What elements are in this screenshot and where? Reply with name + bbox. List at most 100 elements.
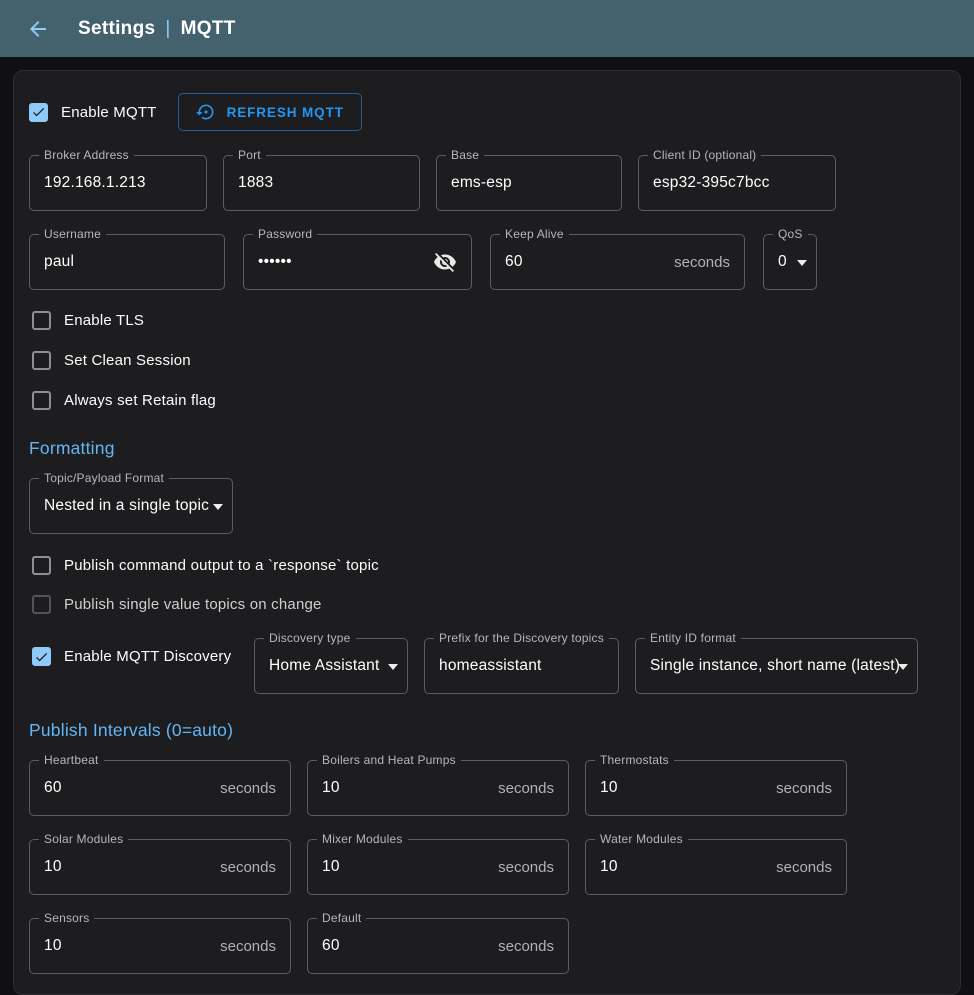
client-id-value: esp32-395c7bcc — [653, 174, 770, 192]
discovery-enable-checkbox[interactable] — [32, 647, 51, 666]
password-field[interactable]: Password •••••• — [243, 234, 472, 290]
interval-thermostats-field[interactable]: Thermostats 10 seconds — [585, 760, 847, 816]
publish-response-checkbox-row[interactable]: Publish command output to a `response` t… — [32, 553, 948, 577]
interval-default-field[interactable]: Default 60 seconds — [307, 918, 569, 974]
page-title: Settings | MQTT — [78, 18, 236, 40]
discovery-type-value: Home Assistant — [269, 657, 379, 675]
username-value: paul — [44, 253, 74, 271]
password-value: •••••• — [258, 253, 292, 271]
publish-response-checkbox[interactable] — [32, 556, 51, 575]
intervals-heading: Publish Intervals (0=auto) — [29, 720, 948, 741]
interval-value: 10 — [44, 937, 62, 955]
discovery-prefix-field[interactable]: Prefix for the Discovery topics homeassi… — [424, 638, 619, 694]
clean-session-checkbox[interactable] — [32, 351, 51, 370]
app-bar: Settings | MQTT — [0, 0, 974, 57]
enable-mqtt-row: Enable MQTT REFRESH MQTT — [29, 93, 948, 131]
refresh-restore-icon — [196, 102, 216, 122]
interval-value: 60 — [322, 937, 340, 955]
client-id-field[interactable]: Client ID (optional) esp32-395c7bcc — [638, 155, 836, 211]
dropdown-caret-icon — [388, 664, 398, 670]
interval-sensors-field[interactable]: Sensors 10 seconds — [29, 918, 291, 974]
topic-format-value: Nested in a single topic — [44, 497, 209, 515]
interval-value: 10 — [600, 779, 618, 797]
qos-label: QoS — [773, 227, 808, 241]
interval-label: Boilers and Heat Pumps — [317, 753, 461, 767]
interval-label: Thermostats — [595, 753, 674, 767]
intervals-grid: Heartbeat 60 seconds Boilers and Heat Pu… — [29, 760, 948, 974]
dropdown-caret-icon — [213, 504, 223, 510]
discovery-row: Enable MQTT Discovery Discovery type Hom… — [29, 638, 948, 694]
interval-label: Heartbeat — [39, 753, 104, 767]
interval-value: 10 — [600, 858, 618, 876]
interval-solar-field[interactable]: Solar Modules 10 seconds — [29, 839, 291, 895]
interval-boilers-field[interactable]: Boilers and Heat Pumps 10 seconds — [307, 760, 569, 816]
topic-format-select[interactable]: Topic/Payload Format Nested in a single … — [29, 478, 233, 534]
interval-label: Default — [317, 911, 366, 925]
dropdown-caret-icon — [797, 260, 807, 266]
interval-value: 10 — [322, 779, 340, 797]
username-label: Username — [39, 227, 106, 241]
check-icon — [34, 649, 49, 665]
qos-value: 0 — [778, 253, 787, 271]
publish-single-checkbox-row: Publish single value topics on change — [32, 592, 948, 616]
entity-format-label: Entity ID format — [645, 631, 741, 645]
interval-value: 10 — [322, 858, 340, 876]
refresh-mqtt-button-label: REFRESH MQTT — [227, 105, 344, 120]
enable-tls-checkbox[interactable] — [32, 311, 51, 330]
connection-fields-row-1: Broker Address 192.168.1.213 Port 1883 B… — [29, 155, 948, 211]
discovery-prefix-value: homeassistant — [439, 657, 542, 675]
qos-select[interactable]: QoS 0 — [763, 234, 817, 290]
enable-mqtt-checkbox[interactable] — [29, 103, 48, 122]
interval-mixer-field[interactable]: Mixer Modules 10 seconds — [307, 839, 569, 895]
interval-heartbeat-field[interactable]: Heartbeat 60 seconds — [29, 760, 291, 816]
keep-alive-unit: seconds — [666, 254, 730, 271]
mqtt-settings-card: Enable MQTT REFRESH MQTT Broker Address … — [13, 70, 961, 995]
discovery-prefix-label: Prefix for the Discovery topics — [434, 631, 609, 645]
enable-mqtt-checkbox-row[interactable]: Enable MQTT — [29, 103, 157, 122]
password-label: Password — [253, 227, 317, 241]
title-separator: | — [165, 18, 170, 40]
page-title-settings: Settings — [78, 18, 155, 40]
retain-flag-checkbox[interactable] — [32, 391, 51, 410]
topic-format-row: Topic/Payload Format Nested in a single … — [29, 478, 948, 534]
port-value: 1883 — [238, 174, 273, 192]
broker-address-field[interactable]: Broker Address 192.168.1.213 — [29, 155, 207, 211]
entity-format-select[interactable]: Entity ID format Single instance, short … — [635, 638, 918, 694]
interval-label: Water Modules — [595, 832, 688, 846]
connection-options: Enable TLS Set Clean Session Always set … — [32, 308, 948, 412]
interval-label: Mixer Modules — [317, 832, 408, 846]
dropdown-caret-icon — [898, 664, 908, 670]
connection-fields-row-2: Username paul Password •••••• Keep Alive… — [29, 234, 948, 290]
enable-tls-label: Enable TLS — [64, 312, 144, 329]
enable-tls-checkbox-row[interactable]: Enable TLS — [32, 308, 948, 332]
retain-flag-label: Always set Retain flag — [64, 392, 216, 409]
base-field[interactable]: Base ems-esp — [436, 155, 622, 211]
enable-mqtt-label: Enable MQTT — [61, 104, 157, 121]
refresh-mqtt-button[interactable]: REFRESH MQTT — [178, 93, 362, 131]
discovery-enable-checkbox-row[interactable]: Enable MQTT Discovery — [32, 647, 238, 666]
topic-format-label: Topic/Payload Format — [39, 471, 169, 485]
discovery-type-select[interactable]: Discovery type Home Assistant — [254, 638, 408, 694]
base-label: Base — [446, 148, 484, 162]
back-arrow-icon[interactable] — [24, 15, 52, 43]
interval-unit: seconds — [490, 859, 554, 876]
interval-water-field[interactable]: Water Modules 10 seconds — [585, 839, 847, 895]
clean-session-checkbox-row[interactable]: Set Clean Session — [32, 348, 948, 372]
publish-single-checkbox — [32, 595, 51, 614]
username-field[interactable]: Username paul — [29, 234, 225, 290]
formatting-heading: Formatting — [29, 438, 948, 459]
publish-response-label: Publish command output to a `response` t… — [64, 557, 379, 574]
port-field[interactable]: Port 1883 — [223, 155, 420, 211]
keep-alive-field[interactable]: Keep Alive 60 seconds — [490, 234, 745, 290]
visibility-off-icon[interactable] — [433, 250, 457, 274]
interval-label: Solar Modules — [39, 832, 128, 846]
broker-address-label: Broker Address — [39, 148, 134, 162]
page-title-mqtt: MQTT — [181, 18, 236, 40]
discovery-enable-label: Enable MQTT Discovery — [64, 648, 231, 665]
base-value: ems-esp — [451, 174, 512, 192]
broker-address-value: 192.168.1.213 — [44, 174, 146, 192]
interval-unit: seconds — [768, 780, 832, 797]
retain-flag-checkbox-row[interactable]: Always set Retain flag — [32, 388, 948, 412]
interval-value: 10 — [44, 858, 62, 876]
clean-session-label: Set Clean Session — [64, 352, 191, 369]
